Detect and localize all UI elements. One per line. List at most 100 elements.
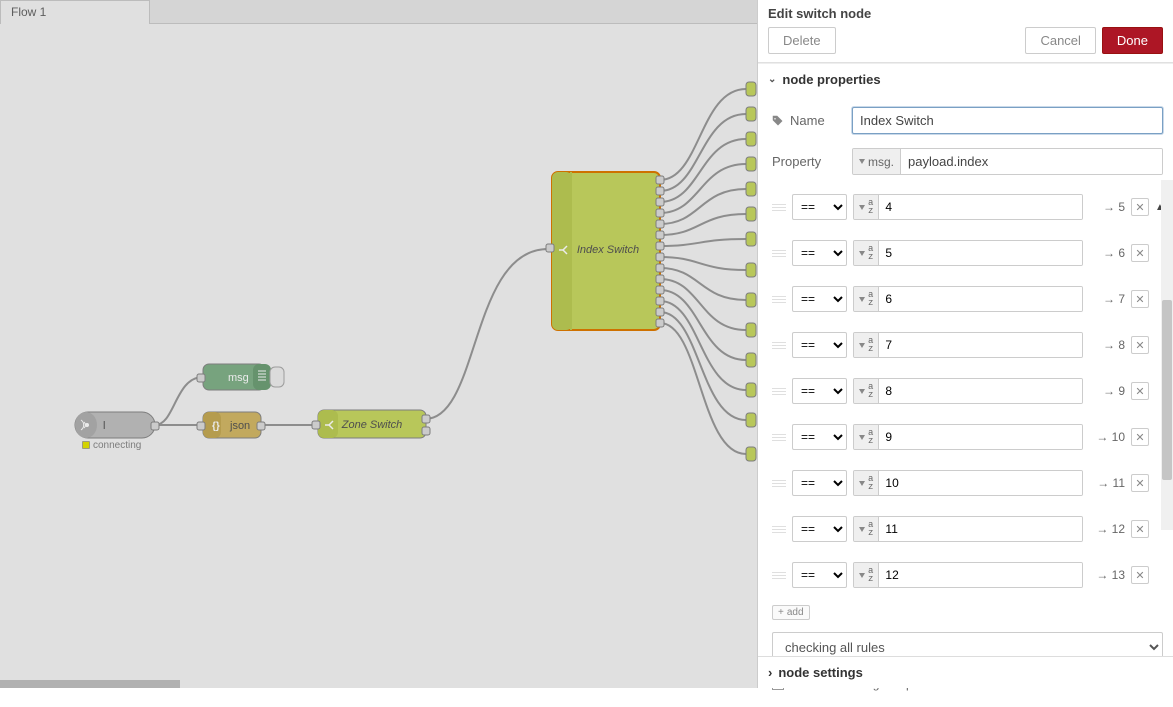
drag-handle-icon[interactable]	[772, 568, 786, 582]
rule-operator-select[interactable]: == ▾	[792, 332, 847, 358]
node-properties-header[interactable]: ⌄ node properties	[758, 64, 1173, 95]
rule-row: == ▾ az → 6 ✕	[772, 235, 1163, 271]
rule-operator-select[interactable]: == ▾	[792, 194, 847, 220]
chevron-down-icon	[859, 205, 865, 210]
close-icon: ✕	[1135, 247, 1144, 260]
flow-tab[interactable]: Flow 1	[0, 0, 150, 24]
edit-panel: Edit switch node Delete Cancel Done ⌄ no…	[757, 0, 1173, 688]
drag-handle-icon[interactable]	[772, 200, 786, 214]
rule-operator-select[interactable]: == ▾	[792, 378, 847, 404]
svg-text:Zone Switch: Zone Switch	[341, 419, 403, 431]
chevron-down-icon	[859, 481, 865, 486]
flow-graph[interactable]: Index Switch	[0, 24, 757, 688]
drag-handle-icon[interactable]	[772, 430, 786, 444]
rule-operator-select[interactable]: == ▾	[792, 516, 847, 542]
chevron-down-icon	[859, 527, 865, 532]
scroll-thumb[interactable]	[1162, 300, 1172, 480]
node-settings-header[interactable]: › node settings	[758, 656, 1173, 688]
rules-scrollbar[interactable]	[1161, 180, 1173, 530]
rule-operator-select[interactable]: == ▾	[792, 240, 847, 266]
value-type-selector[interactable]: az	[854, 425, 879, 449]
tag-icon	[772, 115, 784, 127]
delete-rule-button[interactable]: ✕	[1131, 336, 1149, 354]
status-bar	[0, 680, 180, 688]
drag-handle-icon[interactable]	[772, 292, 786, 306]
string-type-icon: az	[868, 245, 873, 261]
svg-text:Index Switch: Index Switch	[577, 244, 639, 256]
svg-text:json: json	[229, 420, 250, 432]
websocket-status: connecting	[82, 440, 141, 451]
rule-operator-select[interactable]: == ▾	[792, 470, 847, 496]
add-rule-button[interactable]: + add	[772, 605, 810, 620]
rule-value-input[interactable]	[879, 333, 1082, 357]
rule-value-input[interactable]	[879, 287, 1082, 311]
done-button[interactable]: Done	[1102, 27, 1163, 54]
value-type-selector[interactable]: az	[854, 379, 879, 403]
close-icon: ✕	[1135, 523, 1144, 536]
value-type-selector[interactable]: az	[854, 517, 879, 541]
delete-rule-button[interactable]: ✕	[1131, 428, 1149, 446]
drag-handle-icon[interactable]	[772, 246, 786, 260]
delete-button[interactable]: Delete	[768, 27, 836, 54]
value-type-selector[interactable]: az	[854, 241, 879, 265]
value-type-selector[interactable]: az	[854, 195, 879, 219]
drag-handle-icon[interactable]	[772, 476, 786, 490]
string-type-icon: az	[868, 567, 873, 583]
rule-output-label: → 6	[1089, 246, 1125, 260]
delete-rule-button[interactable]: ✕	[1131, 382, 1149, 400]
node-json: {} json	[197, 412, 265, 438]
delete-rule-button[interactable]: ✕	[1131, 290, 1149, 308]
close-icon: ✕	[1135, 431, 1144, 444]
name-input[interactable]	[852, 107, 1163, 134]
rule-value-input[interactable]	[879, 379, 1082, 403]
panel-title: Edit switch node	[768, 6, 1163, 21]
drag-handle-icon[interactable]	[772, 384, 786, 398]
svg-text:{}: {}	[212, 421, 220, 432]
rule-operator-select[interactable]: == ▾	[792, 424, 847, 450]
property-input[interactable]	[901, 149, 1162, 174]
rule-row: == ▾ az → 5 ✕ ▲	[772, 189, 1163, 225]
node-index-switch: Index Switch	[546, 172, 664, 330]
rule-value-input[interactable]	[879, 563, 1082, 587]
rule-row: == ▾ az → 11 ✕	[772, 465, 1163, 501]
node-debug: msg	[197, 364, 284, 390]
chevron-right-icon: ›	[768, 665, 772, 680]
chevron-down-icon	[859, 297, 865, 302]
rule-value-input[interactable]	[879, 471, 1082, 495]
cancel-button[interactable]: Cancel	[1025, 27, 1095, 54]
value-type-selector[interactable]: az	[854, 333, 879, 357]
drag-handle-icon[interactable]	[772, 522, 786, 536]
rule-value-input[interactable]	[879, 517, 1082, 541]
drag-handle-icon[interactable]	[772, 338, 786, 352]
value-type-selector[interactable]: az	[854, 471, 879, 495]
chevron-down-icon	[859, 159, 865, 164]
plus-icon: +	[778, 607, 784, 618]
chevron-down-icon	[859, 435, 865, 440]
rule-value-input[interactable]	[879, 425, 1082, 449]
rule-operator-select[interactable]: == ▾	[792, 562, 847, 588]
close-icon: ✕	[1135, 339, 1144, 352]
node-websocket: l	[75, 412, 159, 438]
delete-rule-button[interactable]: ✕	[1131, 566, 1149, 584]
property-type-selector[interactable]: msg.	[853, 149, 901, 174]
string-type-icon: az	[868, 291, 873, 307]
value-type-selector[interactable]: az	[854, 563, 879, 587]
node-zone-switch: Zone Switch	[312, 410, 430, 438]
rule-value-input[interactable]	[879, 241, 1082, 265]
string-type-icon: az	[868, 199, 873, 215]
delete-rule-button[interactable]: ✕	[1131, 474, 1149, 492]
delete-rule-button[interactable]: ✕	[1131, 520, 1149, 538]
delete-rule-button[interactable]: ✕	[1131, 244, 1149, 262]
rule-value-input[interactable]	[879, 195, 1082, 219]
rules-list: == ▾ az → 5 ✕ ▲ == ▾ az → 6 ✕ == ▾	[772, 189, 1163, 593]
delete-rule-button[interactable]: ✕	[1131, 198, 1149, 216]
rule-output-label: → 9	[1089, 384, 1125, 398]
chevron-down-icon	[859, 573, 865, 578]
svg-text:l: l	[103, 420, 105, 432]
value-type-selector[interactable]: az	[854, 287, 879, 311]
close-icon: ✕	[1135, 293, 1144, 306]
chevron-down-icon	[859, 389, 865, 394]
chevron-down-icon	[859, 343, 865, 348]
rule-operator-select[interactable]: == ▾	[792, 286, 847, 312]
svg-text:msg: msg	[228, 372, 249, 384]
